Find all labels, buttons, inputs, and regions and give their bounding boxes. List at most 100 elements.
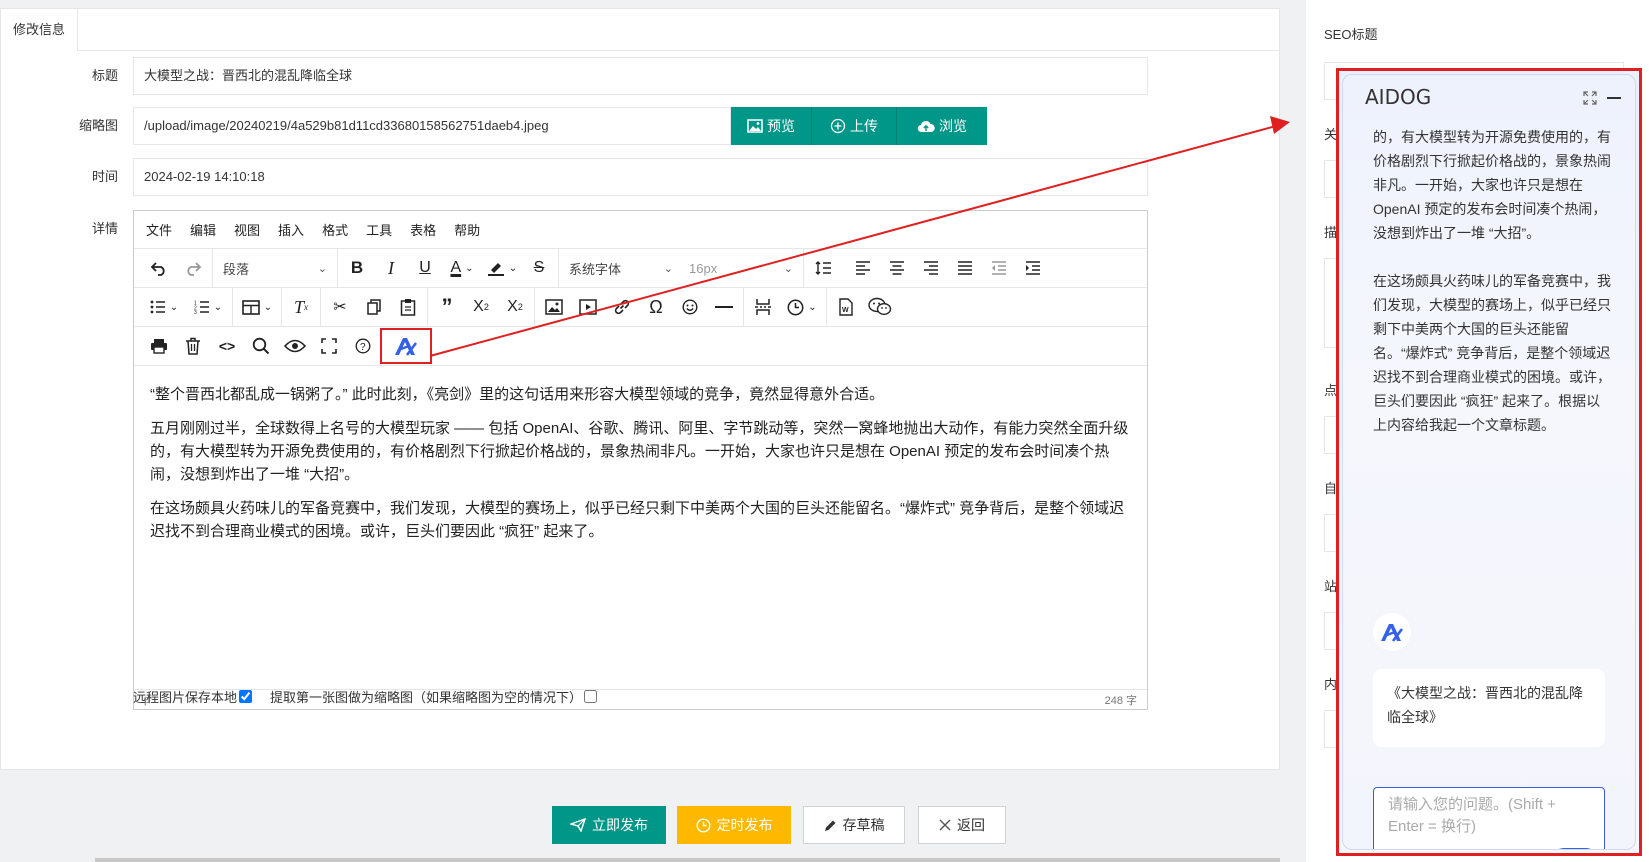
upload-button[interactable]: 上传 [812,107,897,145]
word-count: 248 字 [1104,694,1137,707]
align-center-icon[interactable] [880,252,914,284]
wechat-icon[interactable] [863,291,897,323]
print-icon[interactable] [142,330,176,362]
numbered-list-icon[interactable]: 1 2 3 ⌄ [186,291,230,323]
aidog-title: AIDOG [1365,85,1432,109]
menu-table[interactable]: 表格 [410,220,436,239]
help-icon[interactable]: ? [346,330,380,362]
editor-toolbar-row-3: <> ? [134,327,1147,366]
send-button[interactable] [1552,848,1598,849]
rich-text-editor: 文件 编辑 视图 插入 格式 工具 表格 帮助 段落 ⌄ B I U A ⌄ ⌄ … [133,210,1148,710]
redo-icon[interactable] [176,252,210,284]
search-icon[interactable] [244,330,278,362]
menu-help[interactable]: 帮助 [454,220,480,239]
link-icon[interactable] [605,291,639,323]
superscript-icon[interactable]: X2 [498,291,532,323]
font-family-select[interactable]: 系统字体 ⌄ [561,252,681,284]
highlight-color-icon[interactable]: ⌄ [482,252,522,284]
menu-tools[interactable]: 工具 [366,220,392,239]
title-input[interactable]: 大模型之战：晋西北的混乱降临全球 [133,57,1148,95]
aidog-chat-window: AIDOG 的，有大模型转为开源免费使用的，有价格剧烈下行掀起价格战的，景象热闹… [1342,74,1636,850]
preview-button[interactable]: 预览 [731,107,812,145]
thumbnail-buttons: 预览 上传 浏览 [731,107,987,145]
browse-button[interactable]: 浏览 [897,107,987,145]
schedule-publish-button[interactable]: 定时发布 [677,806,791,844]
editor-toolbar-row-2: ⌄ 1 2 3 ⌄ ⌄ Tx ✂ ” X2 X2 Ω ⌄ W [134,287,1147,327]
back-button[interactable]: 返回 [918,806,1006,844]
tab-edit-info[interactable]: 修改信息 [1,9,79,51]
clock-icon[interactable]: ⌄ [780,291,824,323]
save-draft-button[interactable]: 存草稿 [803,806,905,844]
menu-edit[interactable]: 编辑 [190,220,216,239]
menu-view[interactable]: 视图 [234,220,260,239]
page-break-icon[interactable] [746,291,780,323]
minimize-icon[interactable] [1607,96,1621,100]
time-input[interactable]: 2024-02-19 14:10:18 [133,158,1148,196]
remote-save-checkbox[interactable] [239,690,253,703]
thumbnail-label: 缩略图 [78,118,118,133]
text-color-icon[interactable]: A ⌄ [442,252,482,284]
italic-icon[interactable]: I [374,252,408,284]
publish-now-button[interactable]: 立即发布 [552,806,666,844]
insert-video-icon[interactable] [571,291,605,323]
source-code-icon[interactable]: <> [210,330,244,362]
subscript-icon[interactable]: X2 [464,291,498,323]
publish-now-label: 立即发布 [592,817,648,833]
strikethrough-icon[interactable]: S [522,252,556,284]
paste-icon[interactable] [391,291,425,323]
toolbar-separator [534,287,535,327]
horizontal-scrollbar[interactable] [95,858,1280,862]
aidog-plugin-button[interactable] [380,328,432,364]
cloud-upload-icon [917,120,935,133]
content-paragraph: 五月刚刚过半，全球数得上名号的大模型玩家 —— 包括 OpenAI、谷歌、腾讯、… [150,420,1129,483]
menu-format[interactable]: 格式 [322,220,348,239]
aidog-logo-icon [1381,624,1404,642]
fullscreen-icon[interactable] [312,330,346,362]
font-family-value: 系统字体 [569,261,622,277]
clear-format-icon[interactable]: Tx [284,291,318,323]
editor-content[interactable]: “整个晋西北都乱成一锅粥了。” 此时此刻，《亮剑》里的这句话用来形容大模型领域的… [134,371,1147,689]
delete-icon[interactable] [176,330,210,362]
aidog-logo-icon [395,338,418,356]
bot-avatar [1373,613,1411,651]
cut-icon[interactable]: ✂ [323,291,357,323]
svg-text:W: W [842,307,849,314]
menu-file[interactable]: 文件 [146,220,172,239]
line-height-icon[interactable] [806,252,846,284]
pencil-icon [824,820,835,831]
align-right-icon[interactable] [914,252,948,284]
align-justify-icon[interactable] [948,252,982,284]
undo-icon[interactable] [142,252,176,284]
preview-eye-icon[interactable] [278,330,312,362]
browse-label: 浏览 [939,118,967,134]
horizontal-rule-icon[interactable] [707,291,741,323]
content-paragraph: 在这场颇具火药味儿的军备竞赛中，我们发现，大模型的赛场上，似乎已经只剩下中美两个… [150,500,1125,540]
bold-icon[interactable]: B [340,252,374,284]
align-left-icon[interactable] [846,252,880,284]
outdent-icon[interactable] [982,252,1016,284]
blockquote-icon[interactable]: ” [430,291,464,323]
bullet-list-icon[interactable]: ⌄ [142,291,186,323]
insert-image-icon[interactable] [537,291,571,323]
remote-save-label: 远程图片保存本地 [133,690,238,705]
table-icon[interactable]: ⌄ [235,291,279,323]
underline-icon[interactable]: U [408,252,442,284]
chat-input[interactable]: 请输入您的问题。(Shift + Enter = 换行) [1373,787,1605,849]
title-row: 标题 大模型之战：晋西北的混乱降临全球 [1,57,1281,95]
bot-reply: 《大模型之战：晋西北的混乱降临全球》 [1373,669,1605,747]
first-image-thumb-checkbox[interactable] [584,690,598,703]
time-label: 时间 [91,169,118,184]
font-size-select[interactable]: 16px ⌄ [681,252,801,284]
svg-text:3: 3 [194,310,197,314]
word-import-icon[interactable]: W [829,291,863,323]
toolbar-separator [320,287,321,327]
emoji-icon[interactable] [673,291,707,323]
thumbnail-row: 缩略图 /upload/image/20240219/4a529b81d11cd… [1,107,1281,145]
menu-insert[interactable]: 插入 [278,220,304,239]
indent-icon[interactable] [1016,252,1050,284]
thumbnail-input[interactable]: /upload/image/20240219/4a529b81d11cd3368… [133,107,731,145]
special-char-icon[interactable]: Ω [639,291,673,323]
copy-icon[interactable] [357,291,391,323]
expand-icon[interactable] [1583,91,1597,105]
block-format-select[interactable]: 段落 ⌄ [215,252,335,284]
